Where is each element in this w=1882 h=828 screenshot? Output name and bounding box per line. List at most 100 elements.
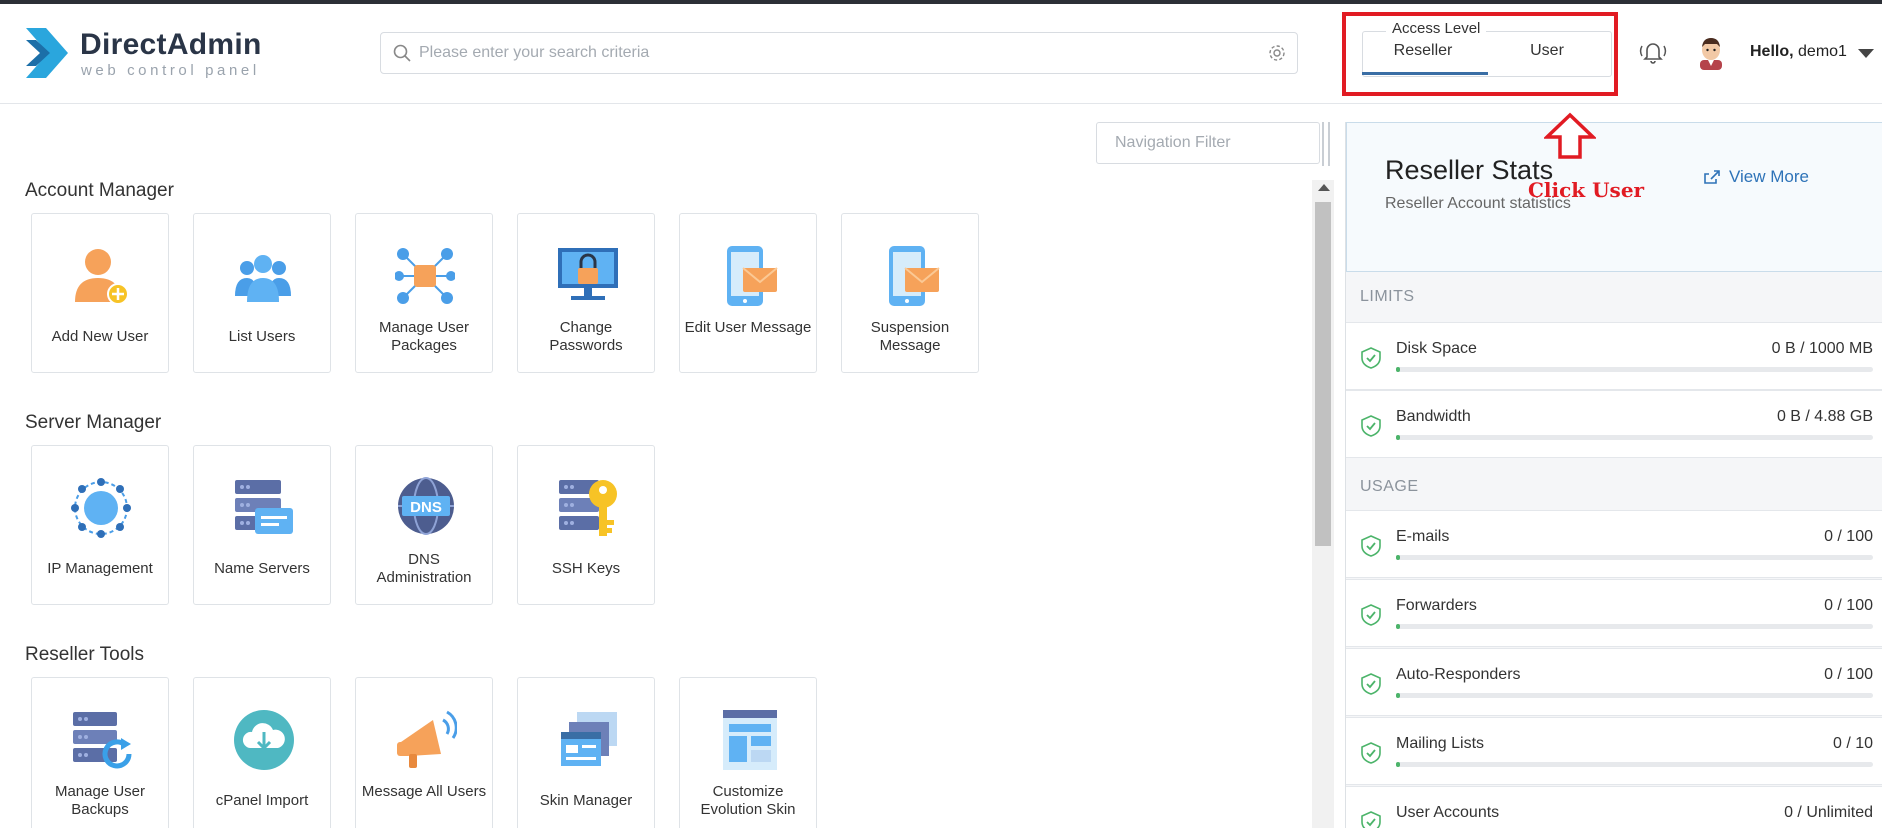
list-users-icon <box>235 255 291 302</box>
stat-value: 0 / Unlimited <box>1784 804 1873 821</box>
ip-management-icon <box>71 478 131 538</box>
dns-icon-text: DNS <box>410 499 442 516</box>
shield-check-icon <box>1361 347 1381 369</box>
stat-progress-fill <box>1396 435 1400 440</box>
tile-label: Customize Evolution Skin <box>700 783 796 818</box>
limits-heading: LIMITS <box>1360 288 1415 305</box>
tile-label: Message All Users <box>361 783 487 800</box>
tile-label: Skin Manager <box>539 792 633 809</box>
shield-check-icon <box>1361 811 1381 828</box>
tile-label: Change Passwords <box>549 319 623 354</box>
ssh-keys-icon <box>559 480 617 536</box>
stat-value: 0 / 100 <box>1824 528 1873 545</box>
add-user-icon <box>75 249 129 305</box>
stat-progress-track <box>1396 435 1873 440</box>
shield-check-icon <box>1361 742 1381 764</box>
notification-bell-icon[interactable] <box>1638 38 1668 66</box>
tile-label: SSH Keys <box>551 560 621 577</box>
content-scrollbar[interactable] <box>1312 180 1334 828</box>
stat-value: 0 B / 1000 MB <box>1771 340 1873 357</box>
stat-row-auto-responders: Auto-Responders 0 / 100 <box>1346 648 1882 716</box>
tile-dns-administration[interactable]: DNS DNS Administration <box>355 445 493 605</box>
stat-name: User Accounts <box>1396 804 1500 821</box>
backups-icon <box>73 712 132 769</box>
tile-customize-evolution-skin[interactable]: Customize Evolution Skin <box>679 677 817 828</box>
navigation-filter <box>1096 122 1320 164</box>
section-title-server-manager: Server Manager <box>25 412 162 433</box>
brand-name: DirectAdmin <box>80 28 262 61</box>
scrollbar-thumb[interactable] <box>1315 202 1331 546</box>
stat-progress-fill <box>1396 624 1400 629</box>
stat-value: 0 B / 4.88 GB <box>1776 408 1873 425</box>
customize-skin-icon <box>723 710 777 770</box>
tile-ssh-keys[interactable]: SSH Keys <box>517 445 655 605</box>
tile-label: Manage User Backups <box>54 783 146 818</box>
suspension-message-icon <box>889 246 940 306</box>
tile-cpanel-import[interactable]: cPanel Import <box>193 677 331 828</box>
stat-progress-fill <box>1396 555 1400 560</box>
tile-add-new-user[interactable]: Add New User <box>31 213 169 373</box>
view-more-link[interactable]: View More <box>1704 167 1809 187</box>
annotation-highlight-box <box>1342 12 1618 96</box>
tile-label: Name Servers <box>214 560 310 577</box>
tile-label: Suspension Message <box>870 319 950 354</box>
stat-value: 0 / 100 <box>1824 597 1873 614</box>
avatar[interactable] <box>1694 34 1728 70</box>
greeting-text: Hello, <box>1750 43 1794 60</box>
navigation-filter-input[interactable] <box>1115 131 1311 155</box>
dns-icon: DNS <box>398 477 454 535</box>
edit-message-icon <box>727 246 778 306</box>
search-icon <box>393 44 411 62</box>
usage-heading: USAGE <box>1360 478 1419 495</box>
tile-name-servers[interactable]: Name Servers <box>193 445 331 605</box>
change-password-icon <box>558 248 618 300</box>
name-servers-icon <box>235 480 293 534</box>
panel-resize-handle[interactable] <box>1322 122 1332 166</box>
tile-manage-user-packages[interactable]: Manage User Packages <box>355 213 493 373</box>
packages-icon <box>395 248 455 304</box>
reseller-stats-panel: Reseller Stats Reseller Account statisti… <box>1345 122 1882 828</box>
scroll-up-arrow-icon[interactable] <box>1318 184 1330 191</box>
annotation-text: Click User <box>1528 178 1645 202</box>
search-input[interactable] <box>419 39 1239 67</box>
search-bar <box>380 32 1298 74</box>
tile-ip-management[interactable]: IP Management <box>31 445 169 605</box>
tile-message-all-users[interactable]: Message All Users <box>355 677 493 828</box>
tile-edit-user-message[interactable]: Edit User Message <box>679 213 817 373</box>
tile-list-users[interactable]: List Users <box>193 213 331 373</box>
tile-label: DNS Administration <box>376 551 472 586</box>
stat-value: 0 / 10 <box>1832 735 1873 752</box>
stat-row-emails: E-mails 0 / 100 <box>1346 510 1882 578</box>
stat-progress-track <box>1396 555 1873 560</box>
stat-progress-fill <box>1396 367 1400 372</box>
tile-skin-manager[interactable]: Skin Manager <box>517 677 655 828</box>
tile-label: IP Management <box>47 560 153 577</box>
username: demo1 <box>1798 43 1847 60</box>
stat-row-disk-space: Disk Space 0 B / 1000 MB <box>1346 322 1882 390</box>
gear-icon[interactable] <box>1267 43 1287 63</box>
stat-progress-track <box>1396 624 1873 629</box>
stat-progress-fill <box>1396 693 1400 698</box>
tile-manage-user-backups[interactable]: Manage User Backups <box>31 677 169 828</box>
stat-name: Forwarders <box>1396 597 1477 614</box>
section-title-account-manager: Account Manager <box>25 180 174 201</box>
view-more-label: View More <box>1729 167 1809 186</box>
tile-suspension-message[interactable]: Suspension Message <box>841 213 979 373</box>
tile-label: List Users <box>228 328 296 345</box>
logo[interactable]: DirectAdmin web control panel <box>24 24 264 84</box>
tile-change-passwords[interactable]: Change Passwords <box>517 213 655 373</box>
shield-check-icon <box>1361 415 1381 437</box>
stat-progress-track <box>1396 367 1873 372</box>
cpanel-import-icon <box>234 710 294 770</box>
chevron-down-icon[interactable] <box>1858 49 1874 58</box>
stat-row-mailing-lists: Mailing Lists 0 / 10 <box>1346 717 1882 785</box>
stat-progress-fill <box>1396 762 1400 767</box>
annotation-arrow-up-icon <box>1544 112 1596 159</box>
brand-tagline: web control panel <box>81 62 260 79</box>
stat-progress-track <box>1396 762 1873 767</box>
user-greeting[interactable]: Hello, demo1 <box>1750 43 1847 61</box>
stat-name: Mailing Lists <box>1396 735 1485 752</box>
megaphone-icon <box>397 710 457 768</box>
stat-name: Auto-Responders <box>1396 666 1521 683</box>
stat-row-forwarders: Forwarders 0 / 100 <box>1346 579 1882 647</box>
